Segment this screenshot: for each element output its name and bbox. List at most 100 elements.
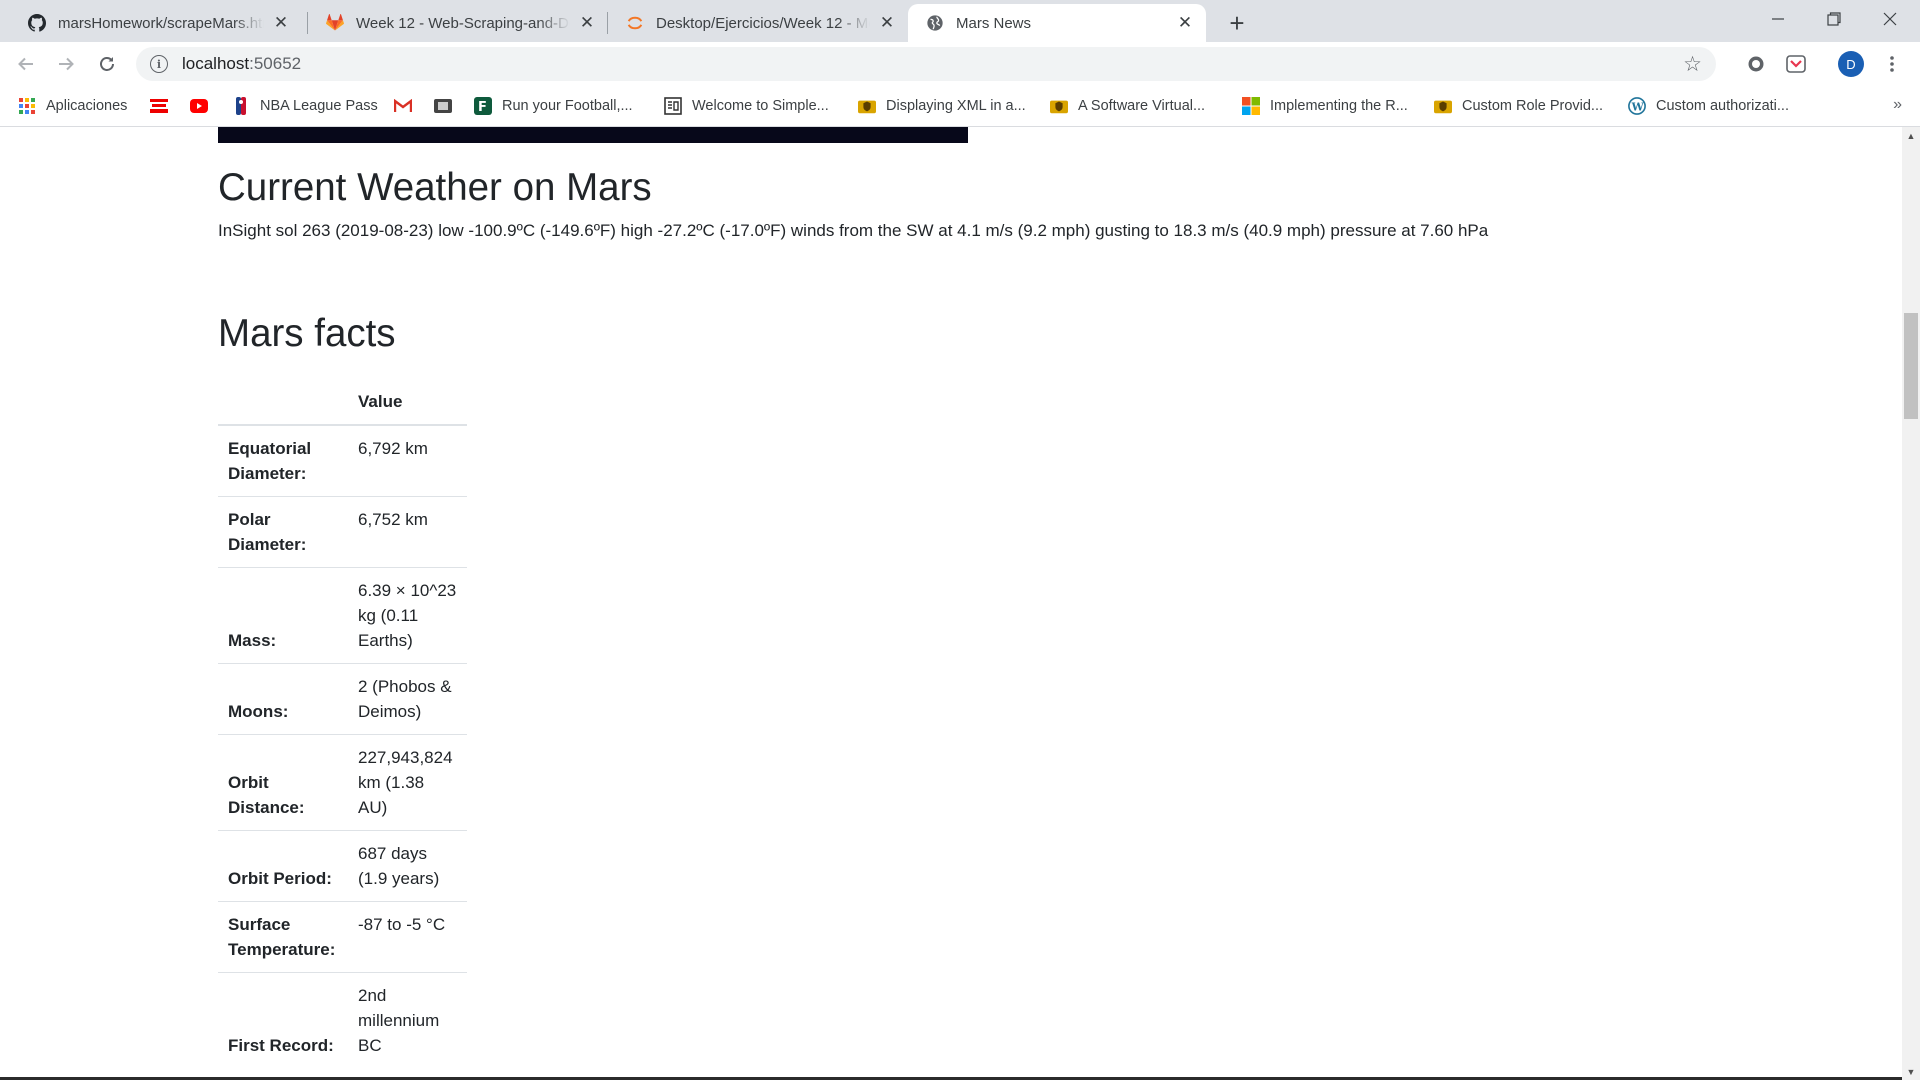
bookmark-label: Implementing the R...	[1270, 98, 1408, 114]
jupyter-icon	[626, 14, 644, 32]
pocket-icon[interactable]	[1784, 52, 1808, 76]
fact-label: Mass:	[228, 631, 277, 651]
bookmark-red-icon	[150, 97, 168, 115]
film-icon	[434, 97, 452, 115]
close-tab-icon[interactable]: ✕	[272, 13, 290, 32]
bookmark-label: Run your Football,...	[502, 98, 633, 114]
bookmark-implementing[interactable]: Implementing the R...	[1242, 94, 1408, 118]
reload-button[interactable]	[91, 48, 123, 80]
bookmark-football[interactable]: F Run your Football,...	[474, 94, 633, 118]
column-header	[218, 379, 348, 427]
folder-shield-icon	[1050, 97, 1068, 115]
tab-title: Week 12 - Web-Scraping-and-Document-Data…	[356, 14, 570, 32]
table-row: Moons: 2 (Phobos & Deimos)	[218, 663, 467, 735]
bookmark-nba[interactable]: NBA League Pass	[232, 94, 378, 118]
bookmark-apps[interactable]: Aplicaciones	[18, 94, 127, 118]
scroll-up-arrow-icon[interactable]: ▲	[1902, 127, 1920, 144]
fact-value: 2nd millennium BC	[358, 986, 440, 1056]
gmail-icon	[394, 97, 412, 115]
tab-strip: marsHomework/scrapeMars.html ✕ Week 12 -…	[0, 0, 1920, 42]
fact-value: 6,752 km	[358, 510, 428, 530]
close-window-button[interactable]	[1862, 0, 1918, 38]
bookmark-label: Aplicaciones	[46, 98, 128, 114]
forward-button[interactable]	[50, 48, 82, 80]
fact-label: Surface Temperature:	[228, 915, 336, 960]
url-port: :50652	[249, 54, 302, 73]
facts-heading: Mars facts	[218, 312, 396, 356]
profile-avatar[interactable]: D	[1838, 51, 1864, 77]
fact-label: First Record:	[228, 1036, 334, 1056]
url-text: localhost:50652	[182, 54, 301, 74]
fact-value: 6.39 × 10^23 kg (0.11 Earths)	[358, 581, 457, 651]
bookmark-software-virtual[interactable]: A Software Virtual...	[1050, 94, 1205, 118]
bookmark-film[interactable]	[434, 94, 462, 118]
tab-github[interactable]: marsHomework/scrapeMars.html ✕	[10, 4, 302, 42]
fact-value: 227,943,824 km (1.38 AU)	[358, 748, 453, 818]
table-row: Polar Diameter: 6,752 km	[218, 496, 467, 568]
bookmark-gmail[interactable]	[394, 94, 422, 118]
scrollbar-thumb[interactable]	[1904, 313, 1918, 419]
microsoft-icon	[1242, 97, 1260, 115]
toolbar: i localhost:50652 ☆ D	[0, 42, 1920, 86]
tab-mars-news[interactable]: Mars News ✕	[908, 4, 1206, 42]
wordpress-icon: W	[1628, 97, 1646, 115]
page-viewport: Current Weather on Mars InSight sol 263 …	[0, 127, 1902, 1080]
bookmark-youtube[interactable]	[190, 94, 218, 118]
fact-label: Equatorial Diameter:	[228, 439, 312, 484]
bookmark-simple[interactable]: Welcome to Simple...	[664, 94, 829, 118]
svg-text:W: W	[1631, 101, 1645, 114]
close-tab-icon[interactable]: ✕	[1176, 13, 1194, 32]
minimize-button[interactable]	[1750, 0, 1806, 38]
table-row: First Record: 2nd millennium BC	[218, 972, 467, 1069]
globe-icon	[926, 14, 944, 32]
github-icon	[28, 14, 46, 32]
fact-value: 2 (Phobos & Deimos)	[358, 677, 452, 722]
gitlab-icon	[326, 14, 344, 32]
table-row: Mass: 6.39 × 10^23 kg (0.11 Earths)	[218, 567, 467, 664]
bookmark-custom-role[interactable]: Custom Role Provid...	[1434, 94, 1603, 118]
restore-button[interactable]	[1806, 0, 1862, 38]
back-button[interactable]	[10, 48, 42, 80]
tab-title: Desktop/Ejercicios/Week 12 - Mongo	[656, 14, 870, 32]
bookmark-label: Welcome to Simple...	[692, 98, 829, 114]
football-icon: F	[474, 97, 492, 115]
bookmark-label: Custom Role Provid...	[1462, 98, 1604, 114]
new-tab-button[interactable]: +	[1222, 8, 1252, 38]
tab-jupyter[interactable]: Desktop/Ejercicios/Week 12 - Mongo ✕	[608, 4, 908, 42]
more-bookmarks-icon[interactable]: »	[1893, 96, 1902, 114]
mars-facts-table: Value Equatorial Diameter: 6,792 km Pola…	[218, 379, 467, 1068]
info-icon[interactable]: i	[150, 55, 168, 73]
fact-label: Moons:	[228, 702, 289, 722]
column-header: Value	[348, 379, 467, 427]
table-row: Surface Temperature: -87 to -5 °C	[218, 901, 467, 973]
table-header-row: Value	[218, 379, 467, 427]
tab-gitlab[interactable]: Week 12 - Web-Scraping-and-Document-Data…	[308, 4, 608, 42]
url-host: localhost	[182, 54, 250, 73]
weather-report: InSight sol 263 (2019-08-23) low -100.9º…	[218, 221, 1489, 241]
fact-value: 687 days (1.9 years)	[358, 844, 440, 889]
tab-title: Mars News	[956, 14, 1032, 32]
featured-image-strip	[218, 127, 968, 143]
bookmark-label: A Software Virtual...	[1078, 98, 1206, 114]
bookmark-star-icon[interactable]: ☆	[1683, 52, 1702, 77]
close-tab-icon[interactable]: ✕	[878, 13, 896, 32]
bookmark-red[interactable]	[150, 94, 178, 118]
fact-label: Orbit Distance:	[228, 773, 305, 818]
bookmark-label: Custom authorizati...	[1656, 98, 1789, 114]
svg-text:F: F	[478, 100, 487, 115]
fact-value: -87 to -5 °C	[358, 915, 446, 935]
scroll-down-arrow-icon[interactable]: ▼	[1902, 1063, 1920, 1080]
bookmark-custom-auth[interactable]: W Custom authorizati...	[1628, 94, 1789, 118]
bookmarks-bar: Aplicaciones NBA League Pass F Run your …	[0, 86, 1920, 127]
folder-shield-icon	[1434, 97, 1452, 115]
folder-shield-icon	[858, 97, 876, 115]
extension-icon[interactable]	[1744, 52, 1768, 76]
menu-kebab-icon[interactable]	[1880, 52, 1904, 76]
nba-icon	[232, 97, 250, 115]
vertical-scrollbar[interactable]: ▲ ▼	[1902, 127, 1920, 1080]
table-row: Orbit Period: 687 days (1.9 years)	[218, 830, 467, 902]
fact-value: 6,792 km	[358, 439, 428, 459]
bookmark-xml[interactable]: Displaying XML in a...	[858, 94, 1026, 118]
close-tab-icon[interactable]: ✕	[578, 13, 596, 32]
address-bar[interactable]: i localhost:50652 ☆	[136, 47, 1716, 81]
